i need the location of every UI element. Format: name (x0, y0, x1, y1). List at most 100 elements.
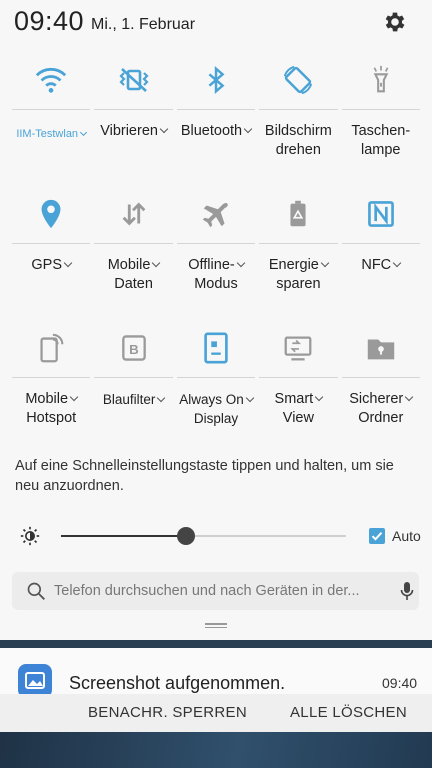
bluetooth-icon (198, 62, 234, 98)
toggle-secure-folder[interactable]: Sicherer Ordner (340, 320, 422, 450)
toggle-wifi[interactable]: IIM-Testwlan (10, 52, 92, 186)
brightness-slider[interactable] (61, 527, 346, 545)
toggle-bluetooth[interactable]: Bluetooth (175, 52, 257, 186)
toggle-vibrate[interactable]: Vibrieren (92, 52, 174, 186)
chevron-down-icon[interactable] (236, 258, 245, 268)
chevron-down-icon[interactable] (314, 392, 324, 402)
chevron-down-icon[interactable] (392, 258, 402, 268)
brightness-control: Auto (0, 520, 432, 552)
chevron-down-icon[interactable] (63, 258, 73, 268)
location-pin-icon (33, 196, 69, 232)
block-notifications-button[interactable]: BENACHR. SPERREN (88, 704, 247, 721)
toggle-gps[interactable]: GPS (10, 186, 92, 320)
toggle-label[interactable]: Blaufilter (92, 390, 174, 409)
svg-text:B: B (129, 342, 139, 357)
rearrange-hint: Auf eine Schnelleinstellungstaste tippen… (15, 458, 394, 494)
toggle-label[interactable]: NFC (340, 256, 422, 275)
wallpaper-strip (0, 732, 432, 768)
toggle-label-line2: drehen (275, 142, 321, 158)
toggle-flashlight[interactable]: Taschen-lampe (340, 52, 422, 186)
screen-rotate-icon (280, 62, 316, 98)
toggle-power-saving[interactable]: Energie sparen (257, 186, 339, 320)
chevron-down-icon[interactable] (80, 128, 88, 137)
toggle-nfc[interactable]: NFC (340, 186, 422, 320)
tile-divider (259, 109, 338, 110)
toggle-rotate[interactable]: Bildschirm drehen (257, 52, 339, 186)
toggle-label-line1: Offline- (188, 257, 235, 273)
tile-divider (94, 243, 173, 244)
toggle-label[interactable]: Energie sparen (257, 256, 339, 294)
toggle-label-line2: Ordner (358, 410, 404, 426)
toggle-label-line2: sparen (276, 276, 321, 292)
auto-brightness-checkbox[interactable] (369, 528, 385, 544)
chevron-down-icon[interactable] (245, 393, 254, 403)
chevron-down-icon[interactable] (152, 258, 161, 268)
vibrate-icon (116, 62, 152, 98)
chevron-down-icon[interactable] (405, 392, 414, 402)
airplane-icon (198, 196, 234, 232)
brightness-slider-thumb[interactable] (177, 527, 196, 545)
toggle-label-line1: GPS (31, 257, 62, 273)
always-on-display-icon (198, 330, 234, 366)
brightness-slider-fill (61, 535, 187, 537)
notification-item[interactable]: Screenshot aufgenommen. 09:40 (0, 648, 432, 694)
microphone-icon[interactable] (400, 581, 414, 601)
toggle-label[interactable]: Vibrieren (92, 122, 174, 141)
chevron-down-icon[interactable] (320, 258, 330, 268)
toggle-label-line2: Hotspot (26, 410, 77, 426)
nfc-icon (363, 196, 399, 232)
tile-divider (341, 243, 420, 244)
toggle-hotspot[interactable]: Mobile Hotspot (10, 320, 92, 450)
toggle-mobile-data[interactable]: Mobile Daten (92, 186, 174, 320)
toggle-label: Taschen-lampe (340, 122, 422, 160)
tile-divider (259, 377, 338, 378)
chevron-down-icon[interactable] (159, 124, 169, 134)
toggle-airplane[interactable]: Offline- Modus (175, 186, 257, 320)
chevron-down-icon[interactable] (243, 124, 253, 134)
tile-divider (176, 109, 256, 110)
notification-time: 09:40 (382, 675, 418, 691)
toggle-label[interactable]: Offline- Modus (175, 256, 257, 294)
chevron-down-icon[interactable] (69, 392, 79, 402)
hotspot-icon (33, 330, 69, 366)
flashlight-icon (363, 62, 399, 98)
chevron-down-icon[interactable] (157, 393, 166, 403)
toggle-label-line1: Mobile (25, 391, 69, 407)
toggle-label-line2: View (282, 410, 314, 426)
toggle-label[interactable]: Mobile Hotspot (10, 390, 92, 428)
toggle-label[interactable]: Always On Display (175, 390, 257, 428)
tile-divider (12, 243, 91, 244)
toggle-always-on[interactable]: Always On Display (175, 320, 257, 450)
toggle-label[interactable]: Mobile Daten (92, 256, 174, 294)
search-bar[interactable]: Telefon durchsuchen und nach Geräten in … (12, 572, 419, 610)
toggle-label-line2: Daten (114, 276, 153, 292)
toggle-bluelight[interactable]: B Blaufilter (92, 320, 174, 450)
clear-all-button[interactable]: ALLE LÖSCHEN (290, 704, 407, 721)
toggle-label[interactable]: Bluetooth (175, 122, 257, 141)
quick-settings-grid: IIM-Testwlan Vibrieren Bluetooth Bildschirm… (10, 52, 422, 450)
wifi-icon (33, 62, 69, 98)
toggle-label-line1: Energie (268, 257, 319, 273)
toggle-label-line1: Always On (179, 392, 244, 407)
toggle-label-line1: Vibrieren (100, 123, 158, 139)
toggle-label[interactable]: Sicherer Ordner (340, 390, 422, 428)
quick-settings-row: GPS Mobile Daten Offline- Modus Energie sparen… (10, 186, 422, 320)
gallery-app-icon (18, 664, 52, 694)
notification-title: Screenshot aufgenommen. (69, 673, 286, 693)
quick-settings-row: Mobile Hotspot B Blaufilter Always On Display… (10, 320, 422, 450)
toggle-label-line1: Taschen- (351, 123, 411, 139)
drag-handle[interactable] (205, 623, 227, 629)
tile-divider (176, 243, 256, 244)
toggle-label[interactable]: GPS (10, 256, 92, 275)
toggle-label[interactable]: IIM-Testwlan (10, 125, 92, 144)
gear-icon[interactable] (382, 9, 408, 35)
tile-divider (12, 377, 91, 378)
search-placeholder: Telefon durchsuchen und nach Geräten in … (54, 583, 360, 599)
toggle-label-line1: NFC (361, 257, 392, 273)
clock: 09:40 (14, 6, 85, 36)
toggle-label[interactable]: Smart View (257, 390, 339, 428)
status-header: 09:40 Mi., 1. Februar (0, 0, 432, 48)
date: Mi., 1. Februar (91, 16, 196, 33)
search-icon (27, 582, 45, 600)
toggle-smart-view[interactable]: Smart View (257, 320, 339, 450)
